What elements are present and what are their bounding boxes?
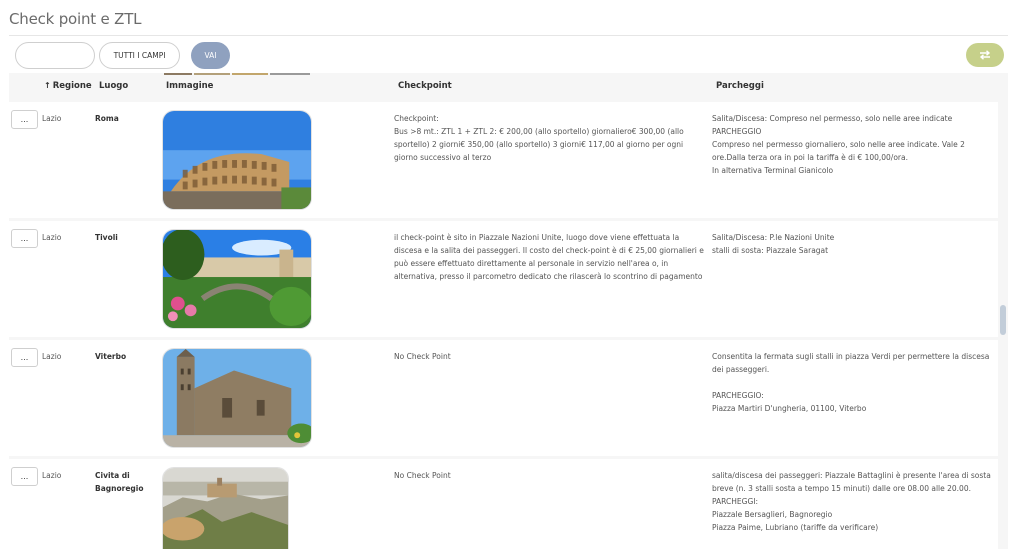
row-region: Lazio: [42, 114, 62, 123]
parking-line: PARCHEGGIO:: [712, 391, 764, 400]
parking-line: Piazza Paime, Lubriano (tariffe da verif…: [712, 523, 879, 532]
row-menu-button[interactable]: ...: [11, 467, 38, 486]
table-row: ... Lazio Roma Checkpoint: Bus >8 mt.: Z…: [9, 102, 998, 218]
header-regione-label: Regione: [52, 81, 92, 91]
vertical-scrollbar[interactable]: [998, 73, 1008, 549]
search-input[interactable]: [15, 42, 95, 69]
row-region: Lazio: [42, 471, 62, 480]
viterbo-cathedral-photo: [162, 348, 312, 448]
table-row: ... Lazio Tivoli il check-point è sito i…: [9, 221, 998, 337]
header-checkpoint[interactable]: Checkpoint: [398, 81, 452, 91]
checkpoint-line: Bus >8 mt.: ZTL 1 + ZTL 2: € 200,00 (all…: [394, 127, 684, 162]
checkpoint-line: il check-point è sito in Piazzale Nazion…: [394, 233, 704, 281]
parking-line: Piazzale Bersaglieri, Bagnoregio: [712, 510, 833, 519]
row-place: Viterbo: [95, 352, 127, 361]
table-header: ↑ Regione Luogo Immagine Checkpoint Parch…: [9, 73, 998, 101]
row-place: Tivoli: [95, 233, 118, 242]
swap-arrows-icon: [979, 50, 991, 60]
parking-line: Salita/Discesa: Compreso nel permesso, s…: [712, 114, 953, 123]
colosseum-photo: [162, 110, 312, 210]
row-menu-button[interactable]: ...: [11, 229, 38, 248]
title-divider: [9, 35, 1008, 36]
page-title: Check point e ZTL: [9, 10, 142, 28]
header-luogo[interactable]: Luogo: [99, 81, 128, 91]
row-parking: salita/discesa dei passeggeri: Piazzale …: [712, 469, 997, 534]
tivoli-garden-photo: [162, 229, 312, 329]
checkpoint-line: Checkpoint:: [394, 114, 439, 123]
parking-line: PARCHEGGI:: [712, 497, 758, 506]
row-checkpoint: Checkpoint: Bus >8 mt.: ZTL 1 + ZTL 2: €…: [394, 112, 709, 164]
row-checkpoint: il check-point è sito in Piazzale Nazion…: [394, 231, 709, 283]
row-place: Civita di Bagnoregio: [95, 471, 144, 493]
row-menu-button[interactable]: ...: [11, 348, 38, 367]
parking-line: Salita/Discesa: P.le Nazioni Unite: [712, 233, 835, 242]
field-select[interactable]: TUTTI I CAMPI: [99, 42, 180, 69]
header-immagine[interactable]: Immagine: [166, 81, 213, 91]
table-row: ... Lazio Viterbo No Check Point Consent…: [9, 340, 998, 456]
parking-line: salita/discesa dei passeggeri: Piazzale …: [712, 471, 991, 493]
reset-button[interactable]: [966, 43, 1004, 67]
row-place: Roma: [95, 114, 119, 123]
go-button[interactable]: VAI: [191, 42, 230, 69]
parking-line: In alternativa Terminal Gianicolo: [712, 166, 834, 175]
row-checkpoint: No Check Point: [394, 469, 709, 482]
table-row: ... Lazio Civita di Bagnoregio No Check …: [9, 459, 998, 549]
row-checkpoint: No Check Point: [394, 350, 709, 363]
parking-line: Consentita la fermata sugli stalli in pi…: [712, 352, 990, 374]
checkpoint-line: No Check Point: [394, 471, 451, 480]
parking-line: [712, 376, 997, 389]
row-parking: Consentita la fermata sugli stalli in pi…: [712, 350, 997, 415]
checkpoint-line: No Check Point: [394, 352, 451, 361]
civita-bagnoregio-photo: [162, 467, 289, 549]
scrollbar-thumb[interactable]: [1000, 305, 1006, 335]
parking-line: PARCHEGGIO: [712, 127, 762, 136]
row-parking: Salita/Discesa: Compreso nel permesso, s…: [712, 112, 997, 177]
row-parking: Salita/Discesa: P.le Nazioni Unite stall…: [712, 231, 997, 257]
parking-line: Compreso nel permesso giornaliero, solo …: [712, 140, 965, 162]
parking-line: Piazza Martiri D'ungheria, 01100, Viterb…: [712, 404, 867, 413]
places-table: ↑ Regione Luogo Immagine Checkpoint Parch…: [9, 73, 1008, 549]
row-region: Lazio: [42, 352, 62, 361]
row-region: Lazio: [42, 233, 62, 242]
parking-line: stalli di sosta: Piazzale Saragat: [712, 246, 829, 255]
arrow-up-icon: ↑: [44, 81, 51, 90]
header-regione[interactable]: ↑ Regione: [44, 81, 92, 91]
header-parcheggi[interactable]: Parcheggi: [716, 81, 764, 91]
row-menu-button[interactable]: ...: [11, 110, 38, 129]
